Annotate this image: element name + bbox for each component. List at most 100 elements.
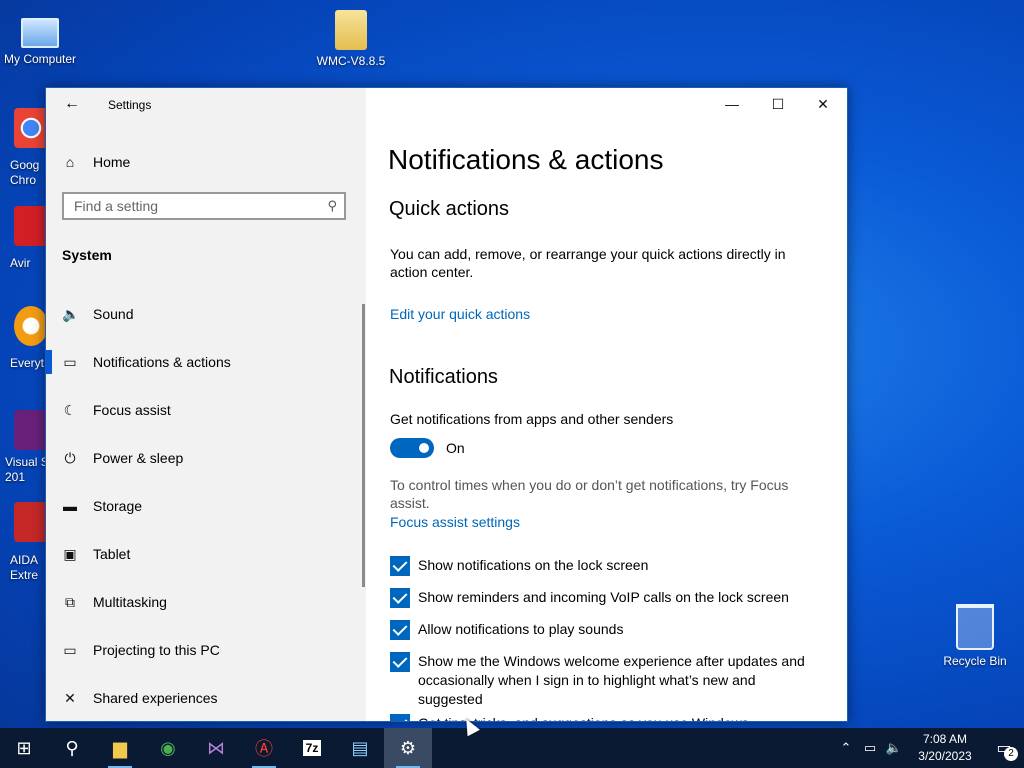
close-icon[interactable]: ✕ xyxy=(800,88,846,120)
sidebar-home-label: Home xyxy=(93,154,131,170)
settings-sidebar: ← Settings ⌂ Home ⚲ System 🔈 Sound ▭ Not… xyxy=(46,88,366,721)
search-box[interactable]: ⚲ xyxy=(62,192,346,220)
taskbar-settings[interactable]: ⚙ xyxy=(384,728,432,768)
checkbox-label: Allow notifications to play sounds xyxy=(418,621,624,637)
checkbox[interactable] xyxy=(390,620,410,640)
sidebar-item-label: Focus assist xyxy=(93,402,171,418)
desktop-icon-recycle-bin[interactable]: Recycle Bin xyxy=(935,604,1015,668)
notifications-toggle-state: On xyxy=(446,440,465,456)
notifications-toggle-label: Get notifications from apps and other se… xyxy=(390,411,674,427)
power-icon: ⏻ xyxy=(64,449,76,466)
desktop-icon-label: Goog Chro xyxy=(10,158,40,187)
sidebar-item-label: Sound xyxy=(93,306,134,322)
7zip-icon: 7z xyxy=(302,740,322,756)
taskbar-control-panel[interactable]: ▤ xyxy=(336,728,384,768)
desktop-icon-wmc[interactable]: WMC-V8.8.5 xyxy=(311,10,391,68)
minimize-icon[interactable]: — xyxy=(709,88,755,120)
control-panel-icon: ▤ xyxy=(351,737,369,758)
sidebar-item-power-sleep[interactable]: ⏻ Power & sleep xyxy=(46,434,366,482)
aida64-icon[interactable] xyxy=(14,502,48,542)
taskbar-search-button[interactable]: ⚲ xyxy=(48,728,96,768)
sidebar-item-label: Notifications & actions xyxy=(93,354,231,370)
sidebar-item-notifications[interactable]: ▭ Notifications & actions xyxy=(46,338,366,386)
desktop-icon-my-computer[interactable]: My Computer xyxy=(0,12,80,66)
section-label: System xyxy=(62,247,112,263)
sidebar-item-shared-experiences[interactable]: ✕ Shared experiences xyxy=(46,674,366,721)
clock[interactable]: 7:08 AM 3/20/2023 xyxy=(906,731,984,765)
tablet-icon: ▣ xyxy=(63,545,77,562)
checkbox[interactable] xyxy=(390,714,410,721)
taskbar-7zip[interactable]: 7z xyxy=(288,728,336,768)
desktop-icon-label: Recycle Bin xyxy=(943,654,1007,668)
checkbox-tips-tricks[interactable]: Get tips, tricks, and suggestions as you… xyxy=(390,714,820,721)
checkbox-welcome-experience[interactable]: Show me the Windows welcome experience a… xyxy=(390,652,820,709)
recycle-bin-icon xyxy=(956,604,994,650)
chevron-up-icon[interactable]: ⌃ xyxy=(834,740,858,756)
search-input[interactable] xyxy=(64,194,324,218)
taskbar: ⊞ ⚲ ▆ ◉ ⋈ Ⓐ 7z ▤ ⚙ ⌃ ▭ 🔈 7:08 AM 3/20/20… xyxy=(0,728,1024,768)
checkbox-reminders-voip[interactable]: Show reminders and incoming VoIP calls o… xyxy=(390,588,820,608)
visual-studio-icon: ⋈ xyxy=(207,737,225,758)
page-title: Notifications & actions xyxy=(388,144,664,175)
start-button[interactable]: ⊞ xyxy=(0,728,48,768)
taskbar-visual-studio[interactable]: ⋈ xyxy=(192,728,240,768)
back-arrow-icon[interactable]: ← xyxy=(62,94,82,114)
visual-studio-icon[interactable] xyxy=(14,410,48,450)
sidebar-item-multitasking[interactable]: ⧉ Multitasking xyxy=(46,578,366,626)
checkbox[interactable] xyxy=(390,556,410,576)
speaker-icon: 🔈 xyxy=(62,305,80,322)
multitasking-icon: ⧉ xyxy=(65,593,75,610)
gear-icon: ⚙ xyxy=(399,737,417,758)
sidebar-item-label: Tablet xyxy=(93,546,131,562)
focus-assist-text: To control times when you do or don’t ge… xyxy=(390,477,789,511)
desktop-icon-label: My Computer xyxy=(3,52,77,66)
action-center-button[interactable]: ▭ 2 xyxy=(984,728,1024,768)
windows-logo-icon: ⊞ xyxy=(16,737,32,758)
sidebar-item-label: Projecting to this PC xyxy=(93,642,220,658)
sidebar-item-storage[interactable]: ▬ Storage xyxy=(46,482,366,530)
checkbox[interactable] xyxy=(390,652,410,672)
sidebar-item-label: Multitasking xyxy=(93,594,167,610)
projecting-icon: ▭ xyxy=(63,641,77,658)
taskbar-file-explorer[interactable]: ▆ xyxy=(96,728,144,768)
clock-time: 7:08 AM xyxy=(922,732,968,746)
sidebar-item-focus-assist[interactable]: ☾ Focus assist xyxy=(46,386,366,434)
focus-assist-settings-link[interactable]: Focus assist settings xyxy=(390,514,520,530)
settings-window: ← Settings ⌂ Home ⚲ System 🔈 Sound ▭ Not… xyxy=(45,87,848,722)
computer-icon xyxy=(21,18,59,48)
desktop-icon-label: Avir xyxy=(10,256,31,270)
checkbox-label: Show notifications on the lock screen xyxy=(418,557,649,573)
avira-icon[interactable] xyxy=(14,206,48,246)
edit-quick-actions-link[interactable]: Edit your quick actions xyxy=(390,306,530,322)
sidebar-item-tablet[interactable]: ▣ Tablet xyxy=(46,530,366,578)
sidebar-scrollbar[interactable] xyxy=(362,304,365,587)
checkbox-play-sounds[interactable]: Allow notifications to play sounds xyxy=(390,620,820,640)
taskbar-avira[interactable]: Ⓐ xyxy=(240,728,288,768)
sidebar-item-label: Power & sleep xyxy=(93,450,184,466)
chrome-icon[interactable] xyxy=(14,108,48,148)
desktop-icon-label: WMC-V8.8.5 xyxy=(316,54,386,68)
search-icon: ⚲ xyxy=(65,737,79,758)
notifications-toggle[interactable] xyxy=(390,438,434,458)
quick-actions-description: You can add, remove, or rearrange your q… xyxy=(390,246,786,280)
search-icon[interactable]: ⚲ xyxy=(327,198,337,214)
quick-actions-heading: Quick actions xyxy=(389,198,510,220)
network-icon[interactable]: ▭ xyxy=(858,740,882,756)
desktop-icon-label: Everyt xyxy=(10,356,45,370)
sidebar-item-sound[interactable]: 🔈 Sound xyxy=(46,290,366,338)
sidebar-item-projecting[interactable]: ▭ Projecting to this PC xyxy=(46,626,366,674)
checkbox-label: Show reminders and incoming VoIP calls o… xyxy=(418,589,789,605)
checkbox[interactable] xyxy=(390,588,410,608)
checkbox-lock-screen-notifications[interactable]: Show notifications on the lock screen xyxy=(390,556,820,576)
storage-icon: ▬ xyxy=(63,498,77,514)
home-icon: ⌂ xyxy=(65,154,75,170)
sidebar-home[interactable]: ⌂ Home xyxy=(62,150,131,174)
taskbar-chrome[interactable]: ◉ xyxy=(144,728,192,768)
maximize-icon[interactable]: ☐ xyxy=(755,88,801,120)
shared-icon: ✕ xyxy=(64,689,76,706)
volume-icon[interactable]: 🔈 xyxy=(882,740,906,756)
folder-icon xyxy=(335,10,367,50)
sidebar-nav: 🔈 Sound ▭ Notifications & actions ☾ Focu… xyxy=(46,290,366,721)
everything-icon[interactable] xyxy=(14,306,48,346)
desktop-icon-label: Visual S 201 xyxy=(5,455,49,484)
